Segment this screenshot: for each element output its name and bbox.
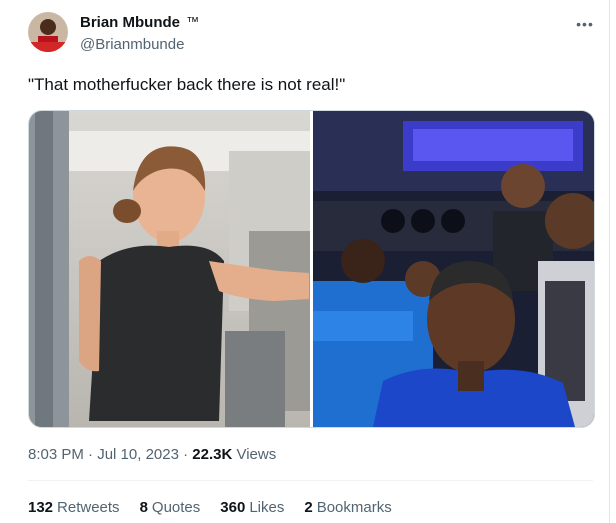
views-count: 22.3K bbox=[192, 446, 233, 463]
quotes-count: 8 bbox=[139, 499, 148, 516]
retweets-label: Retweets bbox=[57, 499, 120, 516]
retweets-count: 132 bbox=[28, 499, 54, 516]
quotes-stat[interactable]: 8 Quotes bbox=[140, 499, 201, 516]
views-label: Views bbox=[232, 446, 277, 463]
more-options-icon[interactable]: ••• bbox=[573, 12, 597, 36]
meta-separator: · bbox=[178, 446, 193, 463]
tweet-time[interactable]: 8:03 PM bbox=[28, 446, 84, 463]
bookmarks-stat[interactable]: 2 Bookmarks bbox=[304, 499, 391, 516]
media-grid bbox=[28, 110, 595, 428]
bookmarks-count: 2 bbox=[304, 499, 313, 516]
quotes-label: Quotes bbox=[151, 499, 201, 516]
meta-separator: · bbox=[83, 446, 98, 463]
author-name-text[interactable]: Brian Mbunde bbox=[80, 14, 180, 31]
tweet-meta: 8:03 PM · Jul 10, 2023 · 22.3K Views bbox=[28, 446, 276, 463]
media-photo-right[interactable] bbox=[313, 111, 594, 427]
bookmarks-label: Bookmarks bbox=[316, 499, 392, 516]
likes-stat[interactable]: 360 Likes bbox=[220, 499, 284, 516]
divider bbox=[28, 480, 593, 481]
trademark-badge: ™ bbox=[186, 14, 200, 29]
airplane-woman-image bbox=[29, 111, 310, 427]
author-handle[interactable]: @Brianmbunde bbox=[80, 36, 184, 53]
tweet-card: Brian Mbunde ™ @Brianmbunde ••• "That mo… bbox=[0, 0, 610, 523]
bus-crowd-image bbox=[313, 111, 594, 427]
author-name[interactable]: Brian Mbunde ™ bbox=[80, 14, 199, 31]
media-photo-left[interactable] bbox=[29, 111, 310, 427]
retweets-stat[interactable]: 132 Retweets bbox=[28, 499, 120, 516]
likes-count: 360 bbox=[220, 499, 246, 516]
tweet-text: "That motherfucker back there is not rea… bbox=[28, 75, 346, 94]
likes-label: Likes bbox=[249, 499, 285, 516]
tweet-date[interactable]: Jul 10, 2023 bbox=[97, 446, 179, 463]
engagement-stats: 132 Retweets 8 Quotes 360 Likes 2 Bookmarks bbox=[28, 499, 392, 516]
avatar[interactable] bbox=[28, 12, 68, 52]
